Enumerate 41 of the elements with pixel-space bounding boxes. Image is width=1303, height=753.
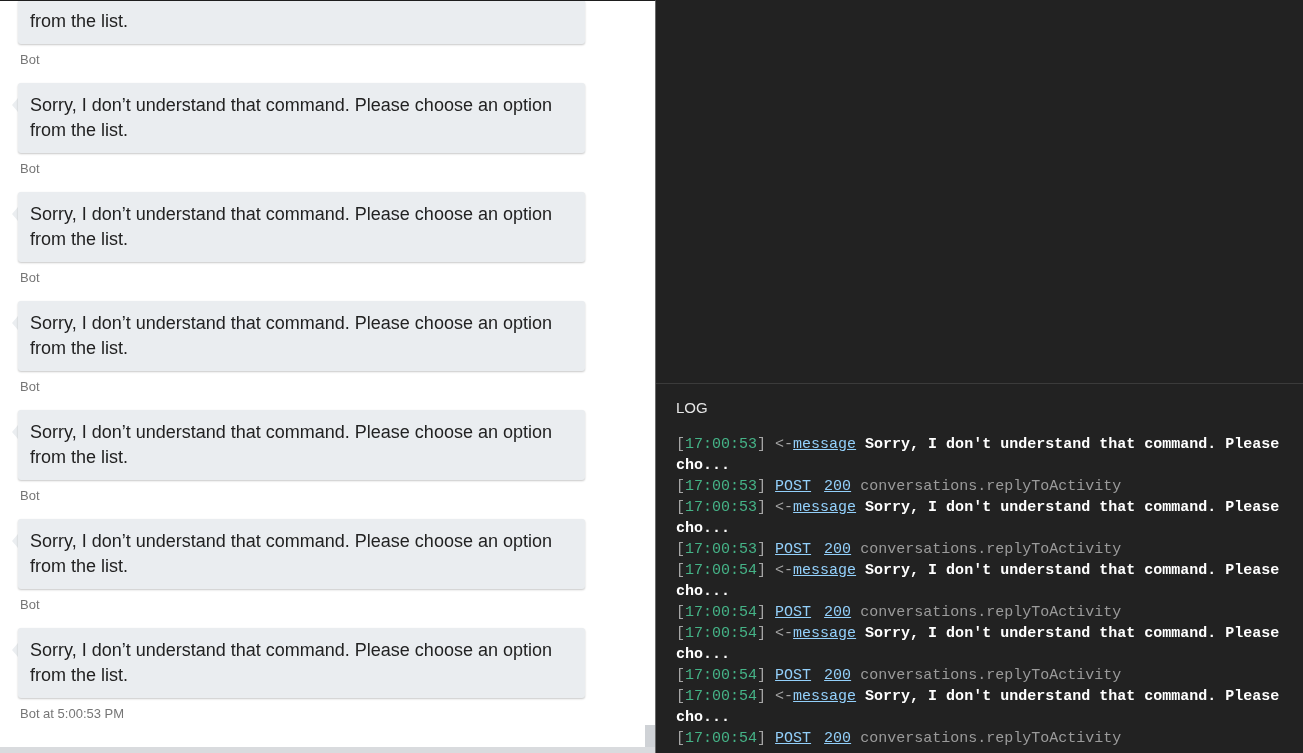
method-link[interactable]: POST bbox=[775, 730, 812, 747]
sender-label: Bot bbox=[20, 379, 40, 395]
sender-label: Bot bbox=[20, 597, 40, 613]
log-entry: [17:00:53] <-message Sorry, I don't understand that command. Please cho... bbox=[676, 498, 1281, 539]
message-bubble: from the list. bbox=[12, 1, 585, 44]
activity-type-link[interactable]: message bbox=[793, 436, 857, 453]
log-entry: [17:00:53] POST 200 conversations.replyToActivity bbox=[676, 540, 1123, 560]
log-entry: [17:00:53] POST 200 conversations.replyToActivity bbox=[676, 477, 1123, 497]
message-bubble: Sorry, I don’t understand that command. Please choose an option from the list. bbox=[12, 628, 585, 698]
sender-label: Bot bbox=[20, 270, 40, 286]
log-entry: [17:00:53] <-message Sorry, I don't understand that command. Please cho... bbox=[676, 435, 1281, 476]
scrollbar-thumb[interactable] bbox=[645, 725, 655, 747]
log-entry: [17:00:54] <-message Sorry, I don't understand that command. Please cho... bbox=[676, 687, 1281, 728]
sender-label: Bot at 5:00:53 PM bbox=[20, 706, 125, 722]
status-link[interactable]: 200 bbox=[824, 667, 852, 684]
status-link[interactable]: 200 bbox=[824, 604, 852, 621]
activity-type-link[interactable]: message bbox=[793, 688, 857, 705]
message-bubble: Sorry, I don’t understand that command. Please choose an option from the list. bbox=[12, 410, 585, 480]
activity-type-link[interactable]: message bbox=[793, 562, 857, 579]
status-link[interactable]: 200 bbox=[824, 730, 852, 747]
sender-label: Bot bbox=[20, 488, 40, 504]
log-entry: [17:00:54] POST 200 conversations.replyToActivity bbox=[676, 603, 1123, 623]
activity-type-link[interactable]: message bbox=[793, 499, 857, 516]
message-bubble: Sorry, I don’t understand that command. Please choose an option from the list. bbox=[12, 301, 585, 371]
sender-label: Bot bbox=[20, 52, 40, 68]
method-link[interactable]: POST bbox=[775, 667, 812, 684]
log-entry: [17:00:54] POST 200 conversations.replyToActivity bbox=[676, 729, 1123, 749]
message-bubble: Sorry, I don’t understand that command. Please choose an option from the list. bbox=[12, 192, 585, 262]
log-entry: [17:00:54] <-message Sorry, I don't understand that command. Please cho... bbox=[676, 561, 1281, 602]
log-title: LOG bbox=[676, 399, 708, 417]
message-bubble: Sorry, I don’t understand that command. Please choose an option from the list. bbox=[12, 519, 585, 589]
message-bubble: Sorry, I don’t understand that command. Please choose an option from the list. bbox=[12, 83, 585, 153]
activity-type-link[interactable]: message bbox=[793, 625, 857, 642]
method-link[interactable]: POST bbox=[775, 604, 812, 621]
method-link[interactable]: POST bbox=[775, 541, 812, 558]
status-link[interactable]: 200 bbox=[824, 478, 852, 495]
log-entry: [17:00:54] <-message Sorry, I don't understand that command. Please cho... bbox=[676, 624, 1281, 665]
log-entry: [17:00:54] POST 200 conversations.replyToActivity bbox=[676, 666, 1123, 686]
method-link[interactable]: POST bbox=[775, 478, 812, 495]
status-link[interactable]: 200 bbox=[824, 541, 852, 558]
sender-label: Bot bbox=[20, 161, 40, 177]
